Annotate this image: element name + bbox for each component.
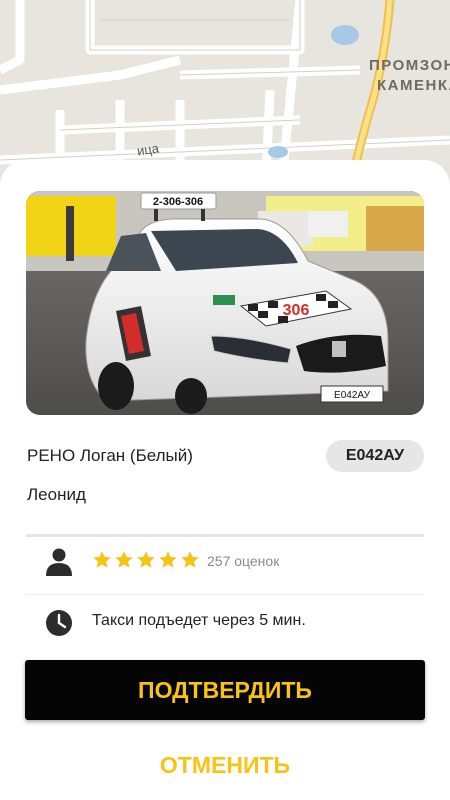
eta-row: Такси подъедет через 5 мин.: [26, 602, 424, 642]
section-divider: [26, 534, 424, 537]
star-icon: [181, 551, 199, 568]
map-district-label: КАМЕНКА: [377, 77, 450, 94]
driver-name: Леонид: [27, 485, 86, 504]
rating-stars: [92, 550, 200, 572]
car-photo-plate-text: Е042АУ: [334, 390, 371, 401]
car-model-label: РЕНО Логан (Белый): [27, 446, 193, 465]
star-icon: [93, 551, 111, 568]
confirm-button[interactable]: ПОДТВЕРДИТЬ: [25, 660, 425, 720]
hood-logo: 306: [283, 302, 310, 319]
eta-text: Такси подъедет через 5 мин.: [92, 612, 306, 629]
reviews-count: 257 оценок: [207, 553, 280, 569]
cancel-button[interactable]: ОТМЕНИТЬ: [75, 745, 375, 785]
license-plate-badge: Е042АУ: [326, 440, 424, 472]
person-icon: [46, 548, 72, 576]
map-street-label: ица: [136, 140, 160, 159]
star-icon: [115, 551, 133, 568]
order-confirmation-sheet: 2-306-306 306 Е042АУ РЕНО Логан (Белый) …: [0, 160, 450, 800]
map-district-label: ПРОМЗОН: [369, 57, 450, 74]
roof-sign-text: 2-306-306: [153, 196, 203, 208]
clock-icon: [46, 610, 72, 636]
row-divider: [26, 594, 424, 595]
car-photo: 2-306-306 306 Е042АУ: [26, 191, 424, 415]
star-icon: [159, 551, 177, 568]
star-icon: [137, 551, 155, 568]
car-photo-illustration: 2-306-306 306 Е042АУ: [26, 191, 424, 415]
driver-rating-row: 257 оценок: [26, 541, 424, 581]
